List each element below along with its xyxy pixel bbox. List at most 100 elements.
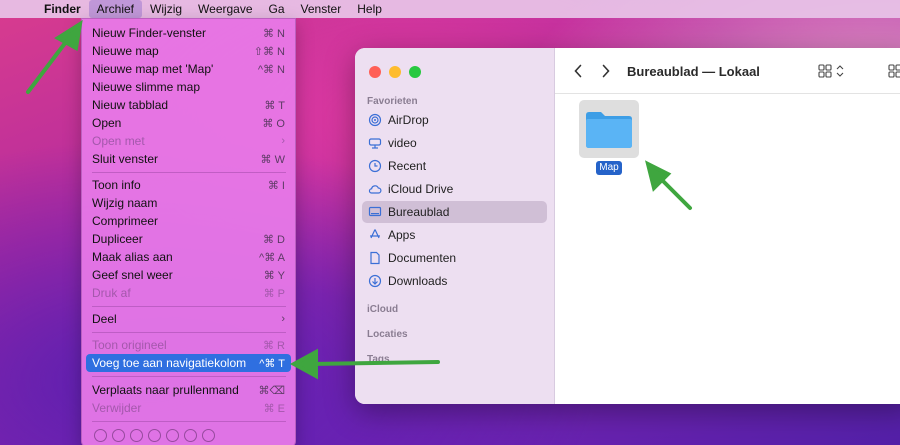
tag-circle[interactable] [202,429,215,442]
menu-item-label: Voeg toe aan navigatiekolom [92,356,247,370]
menu-item-rename[interactable]: Wijzig naam [86,194,291,212]
menu-item-label: Geef snel weer [92,268,173,282]
menu-item-label: Nieuw Finder-venster [92,26,207,40]
menu-item-label: Dupliceer [92,232,143,246]
menu-item-shortcut: ⌘ E [263,402,285,415]
menu-item-open[interactable]: Open ⌘ O [86,114,291,132]
menu-item-shortcut: ⌘ N [263,27,285,40]
view-mode-button[interactable] [818,64,848,83]
menu-bar: Finder Archief Wijzig Weergave Ga Venste… [0,0,900,18]
menu-item-label: Druk af [92,286,131,300]
menu-item-duplicate[interactable]: Dupliceer ⌘ D [86,230,291,248]
menu-wijzig[interactable]: Wijzig [142,0,190,18]
sidebar-item-label: Recent [388,159,427,173]
annotation-arrow [26,19,83,94]
menu-venster[interactable]: Venster [293,0,350,18]
menu-item-close-window[interactable]: Sluit venster ⌘ W [86,150,291,168]
chevron-right-icon [602,64,610,78]
menu-item-delete: Verwijder ⌘ E [86,399,291,417]
grid-view-icon [818,64,844,78]
menu-item-open-with: Open met › [86,132,291,150]
group-button[interactable] [888,64,900,83]
menu-finder[interactable]: Finder [36,0,89,18]
menu-item-shortcut: ⌘ R [263,339,285,352]
menu-item-shortcut: ⇧⌘ N [253,45,285,58]
menu-item-label: Open met [92,134,145,148]
menu-weergave[interactable]: Weergave [190,0,260,18]
sidebar-item-bureaublad[interactable]: Bureaublad [362,201,547,223]
menu-item-share[interactable]: Deel › [86,310,291,328]
menu-item-move-to-trash[interactable]: Verplaats naar prullenmand ⌘⌫ [86,381,291,399]
menu-item-new-tab[interactable]: Nieuw tabblad ⌘ T [86,96,291,114]
airdrop-icon [368,113,382,127]
sidebar-item-label: Bureaublad [388,205,450,219]
menu-item-label: Toon info [92,178,141,192]
tag-circle[interactable] [184,429,197,442]
back-button[interactable] [569,62,587,80]
menu-item-quick-look[interactable]: Geef snel weer ⌘ Y [86,266,291,284]
menu-item-new-finder-window[interactable]: Nieuw Finder-venster ⌘ N [86,24,291,42]
sidebar-item-label: Documenten [388,251,457,265]
tag-circle[interactable] [148,429,161,442]
submenu-chevron-icon: › [281,135,285,147]
folder-name-label[interactable]: Map [596,161,622,175]
zoom-window-button[interactable] [409,66,421,78]
forward-button[interactable] [597,62,615,80]
menu-item-shortcut: ⌘ T [264,99,285,112]
menu-item-label: Toon origineel [92,338,167,352]
menu-item-new-smart-folder[interactable]: Nieuwe slimme map [86,78,291,96]
sidebar-item-recent[interactable]: Recent [362,155,547,177]
cloud-icon [368,182,382,196]
folder-selection [579,100,639,158]
sidebar-item-documenten[interactable]: Documenten [362,247,547,269]
menu-item-label: Wijzig naam [92,196,158,210]
menu-item-label: Open [92,116,122,130]
menu-separator [92,306,286,307]
submenu-chevron-icon: › [281,313,285,325]
menu-item-label: Comprimeer [92,214,159,228]
menu-item-new-folder-with-selection[interactable]: Nieuwe map met 'Map' ^⌘ N [86,60,291,78]
menu-ga[interactable]: Ga [261,0,293,18]
menu-item-show-original: Toon origineel ⌘ R [86,336,291,354]
tag-circle[interactable] [166,429,179,442]
tag-circle[interactable] [94,429,107,442]
menu-separator [92,421,286,422]
menu-item-shortcut: ⌘ D [263,233,285,246]
sidebar-item-label: Apps [388,228,416,242]
download-icon [368,274,382,288]
menu-item-add-to-sidebar[interactable]: Voeg toe aan navigatiekolom ^⌘ T [86,354,291,372]
sidebar-item-airdrop[interactable]: AirDrop [362,109,547,131]
sidebar-item-downloads[interactable]: Downloads [362,270,547,292]
archief-dropdown-menu: Nieuw Finder-venster ⌘ N Nieuwe map ⇧⌘ N… [81,18,296,445]
tag-circle[interactable] [130,429,143,442]
menu-item-new-folder[interactable]: Nieuwe map ⇧⌘ N [86,42,291,60]
menu-item-label: Maak alias aan [92,250,173,264]
menu-item-compress[interactable]: Comprimeer [86,212,291,230]
sidebar-item-video[interactable]: video [362,132,547,154]
clock-icon [368,159,382,173]
menu-item-get-info[interactable]: Toon info ⌘ I [86,176,291,194]
menu-item-label: Sluit venster [92,152,159,166]
menu-item-print: Druk af ⌘ P [86,284,291,302]
tag-circle[interactable] [112,429,125,442]
finder-toolbar: Bureaublad — Lokaal [555,48,900,94]
menu-help[interactable]: Help [349,0,390,18]
desktop-icon [368,205,382,219]
window-controls [369,66,421,78]
minimize-window-button[interactable] [389,66,401,78]
menu-item-make-alias[interactable]: Maak alias aan ^⌘ A [86,248,291,266]
sidebar-item-label: iCloud Drive [388,182,454,196]
folder-item-map[interactable]: Map [579,100,639,175]
menu-archief[interactable]: Archief [88,0,143,18]
grid-group-icon [888,64,900,78]
menu-item-label: Nieuw tabblad [92,98,169,112]
menu-separator [92,376,286,377]
close-window-button[interactable] [369,66,381,78]
apps-icon [368,228,382,242]
sidebar-item-label: AirDrop [388,113,429,127]
folder-icon [586,112,632,148]
sidebar-item-icloud-drive[interactable]: iCloud Drive [362,178,547,200]
tag-color-picker [94,429,215,442]
sidebar-item-apps[interactable]: Apps [362,224,547,246]
menu-item-shortcut: ^⌘ N [257,63,285,76]
